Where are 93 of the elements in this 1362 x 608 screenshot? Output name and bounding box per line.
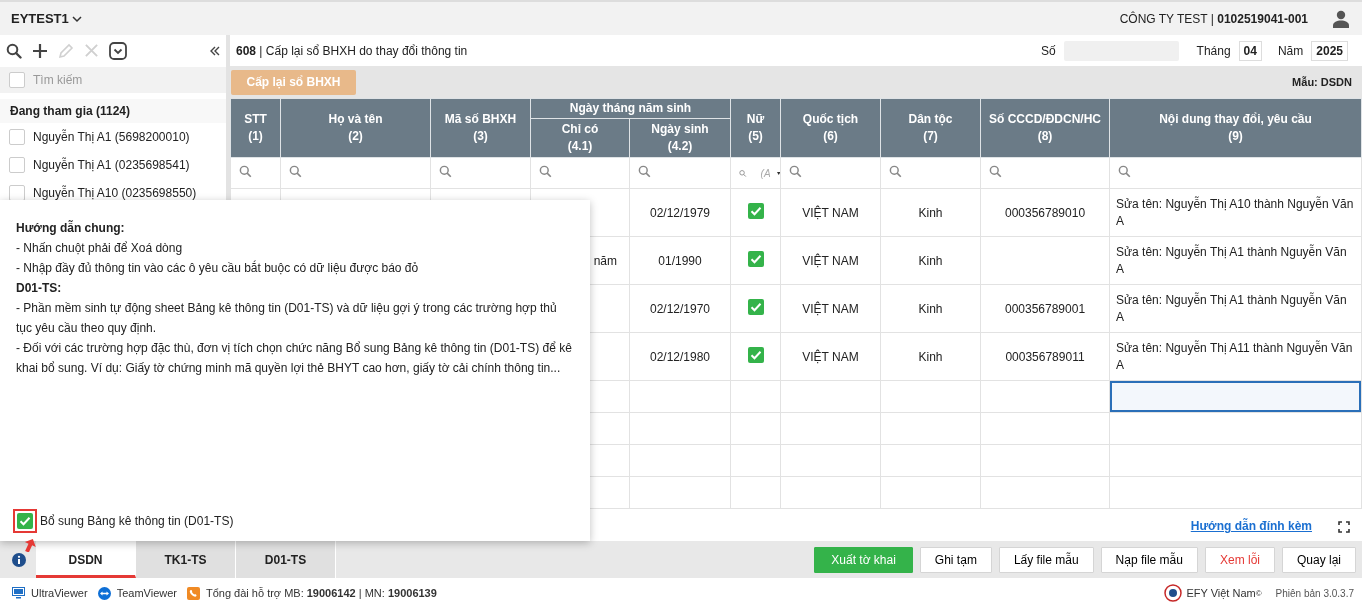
collapse-icon[interactable]	[210, 45, 220, 56]
column-header: Mã số BHXH (3)	[444, 112, 517, 143]
copyright-mark: ©	[1255, 588, 1262, 598]
checkbox[interactable]	[9, 185, 25, 201]
month-field[interactable]: 04	[1238, 40, 1262, 61]
table-cell: 000356789011	[1005, 349, 1085, 364]
action-button[interactable]: Nạp file mẫu	[1100, 546, 1198, 573]
list-item[interactable]: Nguyễn Thị A10 (0235698550)	[33, 186, 197, 200]
user-icon[interactable]	[1332, 9, 1350, 28]
list-item[interactable]: Nguyễn Thị A1 (5698200010)	[33, 130, 190, 144]
column-header: Ngày sinh (4.2)	[651, 122, 709, 153]
caret-icon[interactable]	[776, 170, 780, 176]
table-cell: Kinh	[918, 301, 943, 316]
action-button[interactable]: Quay lại	[1281, 546, 1356, 573]
table-cell[interactable]: Sửa tên: Nguyễn Thị A11 thành Nguyễn Văn A	[1109, 332, 1362, 381]
guide-heading: D01-TS:	[16, 280, 63, 297]
checkbox[interactable]	[17, 513, 33, 529]
table-cell[interactable]: Sửa tên: Nguyễn Thị A1 thành Nguyễn Văn A	[1109, 236, 1362, 285]
table-cell[interactable]	[1109, 412, 1362, 445]
column-header: Nữ (5)	[746, 112, 765, 143]
field-label: Số	[1040, 43, 1056, 58]
version-text: Phiên bản 3.0.3.7	[1275, 587, 1354, 599]
checkbox[interactable]	[747, 251, 764, 267]
group-header: Đang tham gia (1124)	[0, 99, 226, 123]
guide-text: - Đối với các trường hợp đặc thù, đơn vị tích chọn chức năng Bổ sung Bảng kê thông tin (D01-TS) để kê khai bổ sung. Ví dụ: Giấy tờ chứng minh mã quyền lợi thẻ BHYT cao hơn, giấy tờ cải chính thông tin...	[16, 340, 573, 377]
field-label: Năm	[1277, 43, 1304, 58]
table-cell: 01/1990	[658, 253, 702, 268]
plus-icon[interactable]	[32, 42, 48, 59]
table-cell[interactable]	[1109, 476, 1362, 509]
table-cell: VIỆT NAM	[802, 253, 859, 268]
status-text: TeamViewer	[116, 587, 177, 599]
table-cell: Kinh	[918, 253, 943, 268]
list-item[interactable]: Nguyễn Thị A1 (0235698541)	[33, 158, 190, 172]
table-cell: 000356789001	[1004, 301, 1086, 316]
sheet-tab[interactable]: D01-TS	[236, 541, 336, 578]
table-cell: VIỆT NAM	[802, 349, 859, 364]
table-cell: 02/12/1980	[649, 349, 711, 364]
guide-text: - Phần mềm sinh tự động sheet Bảng kê thông tin (D01-TS) và dữ liệu gợi ý trong các trường hợp thủ tục yêu cầu theo quy định.	[16, 300, 558, 337]
checkbox[interactable]	[747, 299, 764, 315]
column-header: Nội dung thay đổi, yêu cầu (9)	[1159, 112, 1312, 143]
table-cell[interactable]	[1109, 380, 1362, 413]
column-header: Họ và tên (2)	[328, 112, 383, 143]
action-button[interactable]: Ghi tạm	[919, 546, 992, 573]
table-cell: 02/12/1979	[649, 205, 711, 220]
table-cell: 02/12/1970	[649, 301, 711, 316]
brand-name: EFY Việt Nam	[1186, 587, 1256, 599]
sheet-tab[interactable]: DSDN	[36, 541, 136, 578]
fullscreen-icon[interactable]	[1338, 521, 1350, 533]
table-cell: Kinh	[918, 349, 943, 364]
table-cell: VIỆT NAM	[802, 301, 859, 316]
column-header: STT (1)	[244, 112, 267, 143]
status-text: UltraViewer	[31, 587, 88, 599]
action-button[interactable]: Lấy file mẫu	[998, 546, 1094, 573]
guide-text: - Nhấn chuột phải để Xoá dòng	[16, 240, 184, 257]
checkbox[interactable]	[747, 203, 764, 219]
logo-icon	[1164, 584, 1183, 602]
table-cell: năm	[593, 253, 617, 268]
guide-text: - Nhập đầy đủ thông tin vào các ô yêu cầu bắt buộc có dữ liệu được báo đỏ	[16, 259, 420, 277]
workspace-selector[interactable]: EYTEST1	[11, 11, 82, 26]
table-cell: 000356789010	[1004, 205, 1086, 220]
table-cell: Kinh	[918, 205, 943, 220]
checkbox-label[interactable]: Bổ sung Bảng kê thông tin (D01-TS)	[40, 514, 234, 528]
company-name: CÔNG TY TEST | 0102519041-001	[1119, 11, 1308, 26]
table-cell[interactable]: Sửa tên: Nguyễn Thị A1 thành Nguyễn Văn A	[1109, 284, 1362, 333]
sheet-tab[interactable]: TK1-TS	[136, 541, 236, 578]
action-button[interactable]: Xem lỗi	[1204, 546, 1275, 573]
column-header: Quốc tịch (6)	[802, 112, 859, 143]
checkbox[interactable]	[747, 347, 764, 363]
arrow-icon	[22, 538, 36, 552]
info-icon[interactable]	[12, 552, 26, 567]
guide-link[interactable]: Hướng dẫn đính kèm	[1190, 519, 1312, 533]
column-header: Chỉ có (4.1)	[561, 122, 599, 153]
table-cell[interactable]	[1109, 444, 1362, 477]
field-label: Tháng	[1196, 43, 1231, 58]
monitor-icon	[12, 587, 25, 599]
guide-heading: Hướng dẫn chung:	[16, 219, 126, 237]
checkbox[interactable]	[9, 129, 25, 145]
column-header: Dân tộc (7)	[908, 112, 953, 143]
dropdown-icon[interactable]	[109, 41, 127, 60]
form-title: 608 | Cấp lại sổ BHXH do thay đổi thông tin	[236, 43, 468, 58]
status-text: Tổng đài hỗ trợ MB: 19006142 | MN: 19006139	[206, 587, 437, 599]
teamviewer-icon	[97, 586, 111, 600]
checkbox[interactable]	[9, 157, 25, 173]
year-field[interactable]: 2025	[1311, 40, 1348, 61]
column-header: Ngày tháng năm sinh	[569, 101, 692, 115]
caret-icon[interactable]	[71, 14, 82, 23]
phone-icon	[187, 586, 200, 600]
table-cell[interactable]: Sửa tên: Nguyễn Thị A10 thành Nguyễn Văn A	[1109, 188, 1362, 237]
column-header: Số CCCD/ĐDCN/HC (8)	[989, 112, 1101, 143]
checkbox[interactable]	[9, 72, 25, 88]
template-label: Mẫu: DSDN	[1292, 76, 1352, 88]
table-cell: VIỆT NAM	[802, 205, 859, 220]
search-icon[interactable]	[6, 42, 22, 59]
